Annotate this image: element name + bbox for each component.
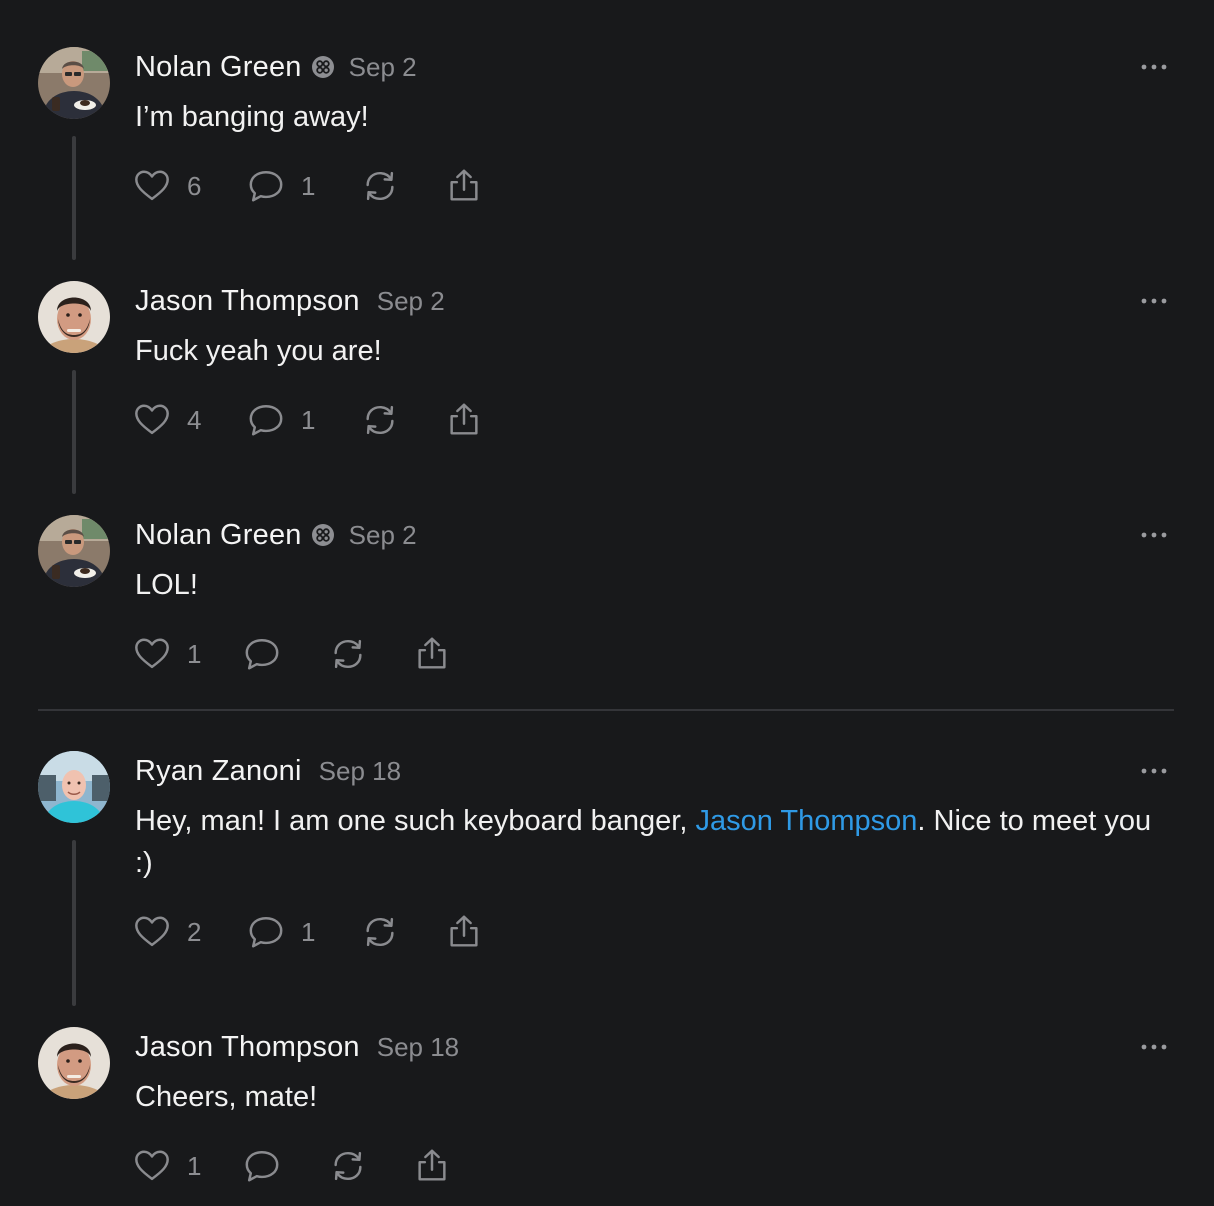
repost-icon <box>329 1147 367 1185</box>
author-name[interactable]: Nolan Green <box>135 519 302 552</box>
more-options-icon[interactable] <box>1140 295 1168 307</box>
repost-button[interactable] <box>361 166 399 206</box>
like-count: 2 <box>187 916 202 947</box>
like-count: 1 <box>187 638 202 669</box>
avatar[interactable] <box>38 1027 110 1099</box>
post-date[interactable]: Sep 2 <box>377 286 445 317</box>
like-button[interactable]: 4 <box>133 400 201 440</box>
repost-icon <box>361 913 399 951</box>
more-options-icon[interactable] <box>1140 1041 1168 1053</box>
share-button[interactable] <box>445 400 483 440</box>
post-header: Nolan Green Sep 2 <box>135 49 417 85</box>
share-icon <box>445 167 483 205</box>
share-icon <box>445 401 483 439</box>
reply-button[interactable] <box>243 634 281 674</box>
share-button[interactable] <box>445 166 483 206</box>
like-count: 4 <box>187 404 202 435</box>
avatar-nolan-green-icon <box>38 515 110 587</box>
heart-icon <box>133 1147 171 1185</box>
heart-icon <box>133 913 171 951</box>
post-header: Jason Thompson Sep 2 <box>135 283 445 319</box>
repost-icon <box>361 401 399 439</box>
heart-icon <box>133 401 171 439</box>
author-name[interactable]: Jason Thompson <box>135 285 360 318</box>
post-date[interactable]: Sep 2 <box>349 52 417 83</box>
thread-line <box>72 136 76 260</box>
post-date[interactable]: Sep 18 <box>377 1032 459 1063</box>
like-count: 6 <box>187 170 202 201</box>
post-header: Ryan Zanoni Sep 18 <box>135 753 401 789</box>
more-options-icon[interactable] <box>1140 529 1168 541</box>
like-count: 1 <box>187 1150 202 1181</box>
mention-link[interactable]: Jason Thompson <box>695 805 917 837</box>
conversation-thread: Nolan Green Sep 2 I’m banging away! 6 1 <box>0 0 1214 1206</box>
reply-count: 1 <box>301 916 316 947</box>
share-icon <box>413 635 451 673</box>
reply-button[interactable] <box>243 1146 281 1186</box>
author-name[interactable]: Nolan Green <box>135 51 302 84</box>
repost-button[interactable] <box>329 634 367 674</box>
reply-count: 1 <box>301 404 316 435</box>
more-options-icon[interactable] <box>1140 61 1168 73</box>
avatar-nolan-green-icon <box>38 47 110 119</box>
share-button[interactable] <box>413 1146 451 1186</box>
author-name[interactable]: Ryan Zanoni <box>135 755 302 788</box>
reply-button[interactable]: 1 <box>247 166 315 206</box>
like-button[interactable]: 1 <box>133 634 201 674</box>
post-text: LOL! <box>135 569 198 601</box>
verified-badge-icon <box>311 55 335 79</box>
reply-count: 1 <box>301 170 316 201</box>
thread-line <box>72 840 76 1006</box>
repost-button[interactable] <box>361 912 399 952</box>
heart-icon <box>133 635 171 673</box>
post-header: Jason Thompson Sep 18 <box>135 1029 459 1065</box>
post-text: I’m banging away! <box>135 101 369 133</box>
post-header: Nolan Green Sep 2 <box>135 517 417 553</box>
share-button[interactable] <box>445 912 483 952</box>
repost-icon <box>361 167 399 205</box>
reply-button[interactable]: 1 <box>247 400 315 440</box>
comment-icon <box>247 913 285 951</box>
post-text: Hey, man! I am one such keyboard banger,… <box>135 800 1175 884</box>
share-button[interactable] <box>413 634 451 674</box>
heart-icon <box>133 167 171 205</box>
post-text: Fuck yeah you are! <box>135 335 382 367</box>
post-text-part: Hey, man! I am one such keyboard banger, <box>135 805 696 837</box>
repost-button[interactable] <box>329 1146 367 1186</box>
comment-icon <box>243 1147 281 1185</box>
post-date[interactable]: Sep 2 <box>349 520 417 551</box>
comment-icon <box>247 167 285 205</box>
reply-button[interactable]: 1 <box>247 912 315 952</box>
avatar-ryan-zanoni-icon <box>38 751 110 823</box>
share-icon <box>413 1147 451 1185</box>
author-name[interactable]: Jason Thompson <box>135 1031 360 1064</box>
like-button[interactable]: 2 <box>133 912 201 952</box>
avatar-jason-thompson-icon <box>38 281 110 353</box>
thread-divider <box>38 709 1174 711</box>
verified-badge-icon <box>311 523 335 547</box>
avatar[interactable] <box>38 281 110 353</box>
avatar-jason-thompson-icon <box>38 1027 110 1099</box>
share-icon <box>445 913 483 951</box>
repost-button[interactable] <box>361 400 399 440</box>
avatar[interactable] <box>38 515 110 587</box>
comment-icon <box>247 401 285 439</box>
avatar[interactable] <box>38 751 110 823</box>
like-button[interactable]: 1 <box>133 1146 201 1186</box>
comment-icon <box>243 635 281 673</box>
thread-line <box>72 370 76 494</box>
like-button[interactable]: 6 <box>133 166 201 206</box>
repost-icon <box>329 635 367 673</box>
post-text: Cheers, mate! <box>135 1081 318 1113</box>
more-options-icon[interactable] <box>1140 765 1168 777</box>
post-date[interactable]: Sep 18 <box>319 756 401 787</box>
avatar[interactable] <box>38 47 110 119</box>
